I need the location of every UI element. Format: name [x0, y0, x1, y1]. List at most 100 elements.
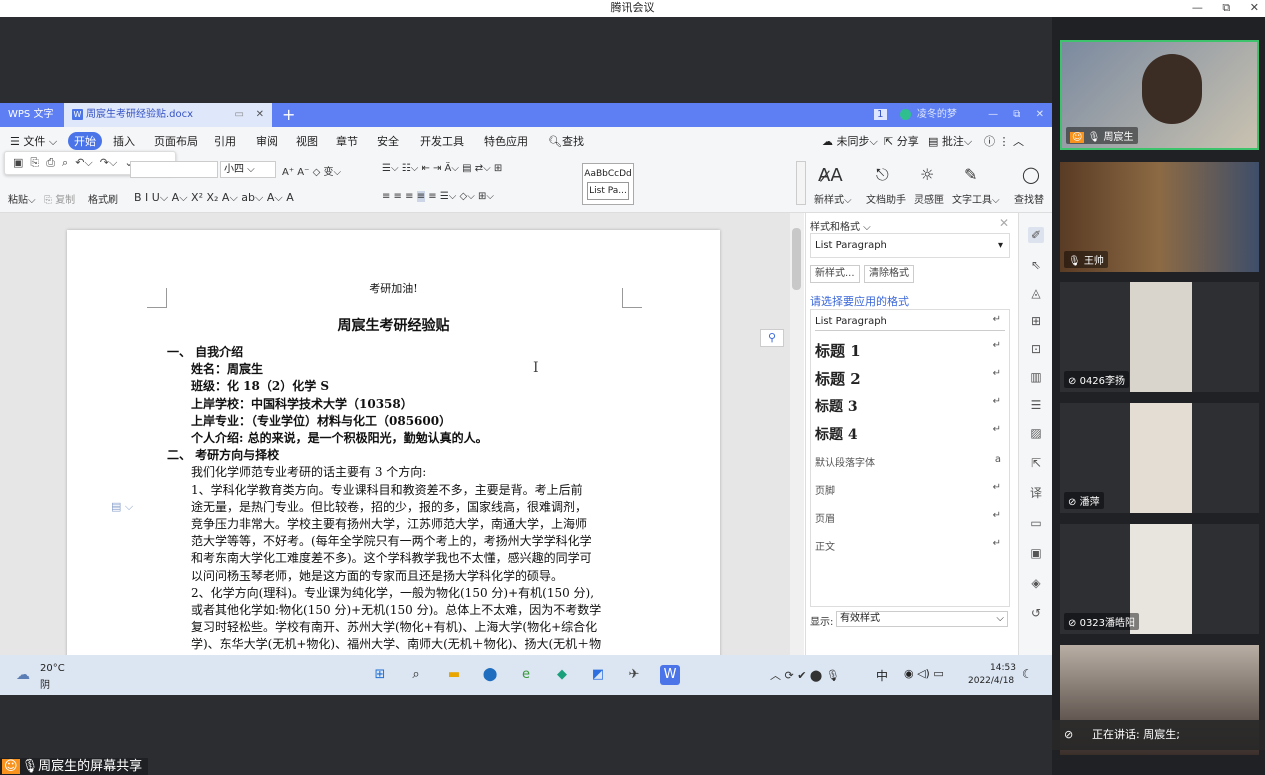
list-icons[interactable]: ☰⌵ ☷⌵ ⇤ ⇥ Ä⌵ ▤ ⇄⌵ ⊞ [382, 163, 502, 174]
doc-helper-button[interactable]: 文档助手 [866, 191, 906, 206]
notification-icon[interactable]: ☾ [1022, 667, 1033, 681]
sync-status[interactable]: ☁ 未同步⌵ [822, 133, 878, 149]
start-icon[interactable]: ⊞ [370, 665, 390, 685]
menu-references[interactable]: 引用 [214, 133, 236, 149]
align-icons[interactable]: ≡ ≡ ≡ ≡ ≡ ☰⌵ ◇⌵ ⊞⌵ [382, 191, 494, 202]
participant-tile[interactable]: 🎙︎ 王帅 [1060, 162, 1259, 272]
preview-icon[interactable]: ⌕ [62, 156, 68, 169]
new-style-button[interactable]: 新样式⌵ [814, 191, 852, 206]
tab-close-icon[interactable]: ✕ [256, 103, 264, 127]
copy-button[interactable]: ⎘ 复制 [44, 191, 75, 206]
settings-sliders-icon[interactable]: ☰ [1028, 397, 1044, 413]
menu-review[interactable]: 审阅 [256, 133, 278, 149]
style-pen-icon[interactable]: ✐ [1028, 227, 1044, 243]
style-item[interactable]: 正文 ↵ [815, 538, 1005, 553]
app-icon[interactable]: ◆ [552, 665, 572, 685]
font-name-select[interactable] [130, 161, 218, 178]
clock-time[interactable]: 14:53 [990, 663, 1016, 673]
tab-document[interactable]: W 周宸生考研经验贴.docx ▭ ✕ [64, 103, 272, 127]
paragraph-handle-icon[interactable]: ▤ ⌵ [111, 498, 133, 515]
browser-icon[interactable]: e [516, 665, 536, 685]
text-tools-icon[interactable]: ✎ [964, 165, 977, 184]
close-button[interactable]: ✕ [1250, 1, 1259, 14]
undo-icon[interactable]: ↶ [75, 156, 84, 169]
participant-tile[interactable]: ⊘ 0426李扬 [1060, 282, 1259, 392]
inspiration-button[interactable]: 灵感匣 [914, 191, 944, 206]
menu-file[interactable]: ☰ 文件 ⌵ [10, 133, 57, 149]
menu-security[interactable]: 安全 [377, 133, 399, 149]
menu-view[interactable]: 视图 [296, 133, 318, 149]
participant-tile[interactable]: ☺ 🎙︎ 周宸生 [1060, 40, 1259, 150]
wps-minimize-icon[interactable]: — [988, 109, 998, 120]
text-tools-button[interactable]: 文字工具⌵ [952, 191, 1000, 206]
style-item[interactable]: 标题 4 ↵ [815, 424, 1005, 444]
chart-icon[interactable]: ▥ [1028, 369, 1044, 385]
document-page[interactable]: 考研加油! 周宸生考研经验贴 一、 自我介绍 姓名：周宸生 班级：化 18（2）化学… [67, 230, 720, 655]
window-mode-icon[interactable]: 1 [874, 109, 887, 120]
table-icon[interactable]: ⊞ [1028, 313, 1044, 329]
menu-dev-tools[interactable]: 开发工具 [420, 133, 464, 149]
style-item[interactable]: 标题 1 ↵ [815, 340, 1005, 361]
close-icon[interactable]: ✕ [999, 216, 1009, 230]
export-icon[interactable]: ⇱ [1028, 455, 1044, 471]
photos-icon[interactable]: ✈ [624, 665, 644, 685]
style-item[interactable]: 标题 2 ↵ [815, 368, 1005, 389]
menu-page-layout[interactable]: 页面布局 [154, 133, 198, 149]
redo-icon[interactable]: ↷ [100, 156, 109, 169]
network-volume-icons[interactable]: ◉ ◁) ▭ [904, 667, 944, 680]
file-explorer-icon[interactable]: ▬ [444, 665, 464, 685]
restore-button[interactable]: ⧉ [1222, 1, 1230, 14]
minimize-button[interactable]: — [1192, 1, 1203, 14]
show-filter-select[interactable]: 有效样式 ⌵ [836, 611, 1008, 627]
clock-date[interactable]: 2022/4/18 [968, 676, 1014, 686]
apps-icon[interactable]: ⊡ [1028, 341, 1044, 357]
user-name[interactable]: 凌冬的梦 [917, 109, 957, 120]
style-item[interactable]: 页眉 ↵ [815, 510, 1005, 525]
format-painter-button[interactable]: 格式刷 [88, 191, 118, 206]
styles-panel-title[interactable]: 样式和格式 ⌵ [810, 218, 871, 233]
history-icon[interactable]: ↺ [1028, 605, 1044, 621]
share-button[interactable]: ⇱ 分享 [884, 133, 919, 149]
open-icon[interactable]: ⎘ [30, 156, 39, 169]
picture-icon[interactable]: ▣ [1028, 545, 1044, 561]
find-replace-button[interactable]: 查找替 [1014, 191, 1044, 206]
font-grow-icons[interactable]: A⁺ A⁻ ◇ 变⌵ [282, 163, 341, 178]
style-item[interactable]: 默认段落字体 a [815, 454, 1005, 469]
tab-wps-home[interactable]: WPS 文字 [0, 103, 64, 127]
style-gallery-scroll[interactable] [796, 161, 806, 205]
tray-icons[interactable]: ︿ ⟳ ✔ ⬤ 🎙︎ [770, 667, 840, 683]
select-pointer-icon[interactable]: ⇖ [1028, 257, 1044, 273]
new-tab-button[interactable]: + [282, 103, 295, 127]
wps-close-icon[interactable]: ✕ [1036, 109, 1044, 120]
weather-temp[interactable]: 20°C [40, 663, 65, 674]
pin-app-icon[interactable]: ⬤ [480, 665, 500, 685]
style-item[interactable]: List Paragraph ↵ [815, 314, 1005, 331]
style-gallery-item[interactable]: AaBbCcDd List Pa... [582, 163, 634, 205]
image-icon[interactable]: ▨ [1028, 425, 1044, 441]
nav-pin-icon[interactable]: ⚲ [760, 329, 784, 347]
tencent-meeting-icon[interactable]: ◩ [588, 665, 608, 685]
ime-indicator[interactable]: 中 [876, 667, 888, 684]
print-icon[interactable]: ⎙ [46, 156, 55, 169]
scrollbar-thumb[interactable] [792, 228, 801, 290]
search-icon[interactable]: ⌕ [406, 665, 426, 685]
find-icon[interactable]: ◯ [1022, 165, 1040, 184]
wps-restore-icon[interactable]: ⧉ [1013, 109, 1020, 120]
user-avatar[interactable] [899, 108, 911, 120]
tab-pin-icon[interactable]: ▭ [235, 103, 244, 127]
paste-button[interactable]: 粘贴⌵ [8, 191, 36, 206]
inspiration-icon[interactable]: ☼ [920, 165, 934, 184]
style-item[interactable]: 标题 3 ↵ [815, 396, 1005, 416]
menu-start[interactable]: 开始 [68, 132, 102, 150]
help-icon[interactable]: ⓘ ⋮ ︿ [984, 133, 1024, 149]
clear-format-btn[interactable]: 清除格式 [864, 265, 914, 283]
doc-helper-icon[interactable]: ⎋ [876, 165, 889, 185]
style-item[interactable]: 页脚 ↵ [815, 482, 1005, 497]
menu-find[interactable]: 🔍︎查找 [548, 133, 584, 149]
current-style-select[interactable]: List Paragraph ▾ [810, 233, 1010, 258]
participant-tile[interactable]: ⊘ 0323潘皓阳 [1060, 524, 1259, 634]
wps-taskbar-icon[interactable]: W [660, 665, 680, 685]
weather-desc[interactable]: 阴 [40, 676, 50, 691]
shield-icon[interactable]: ◈ [1028, 575, 1044, 591]
save-icon[interactable]: ▣ [13, 156, 23, 169]
